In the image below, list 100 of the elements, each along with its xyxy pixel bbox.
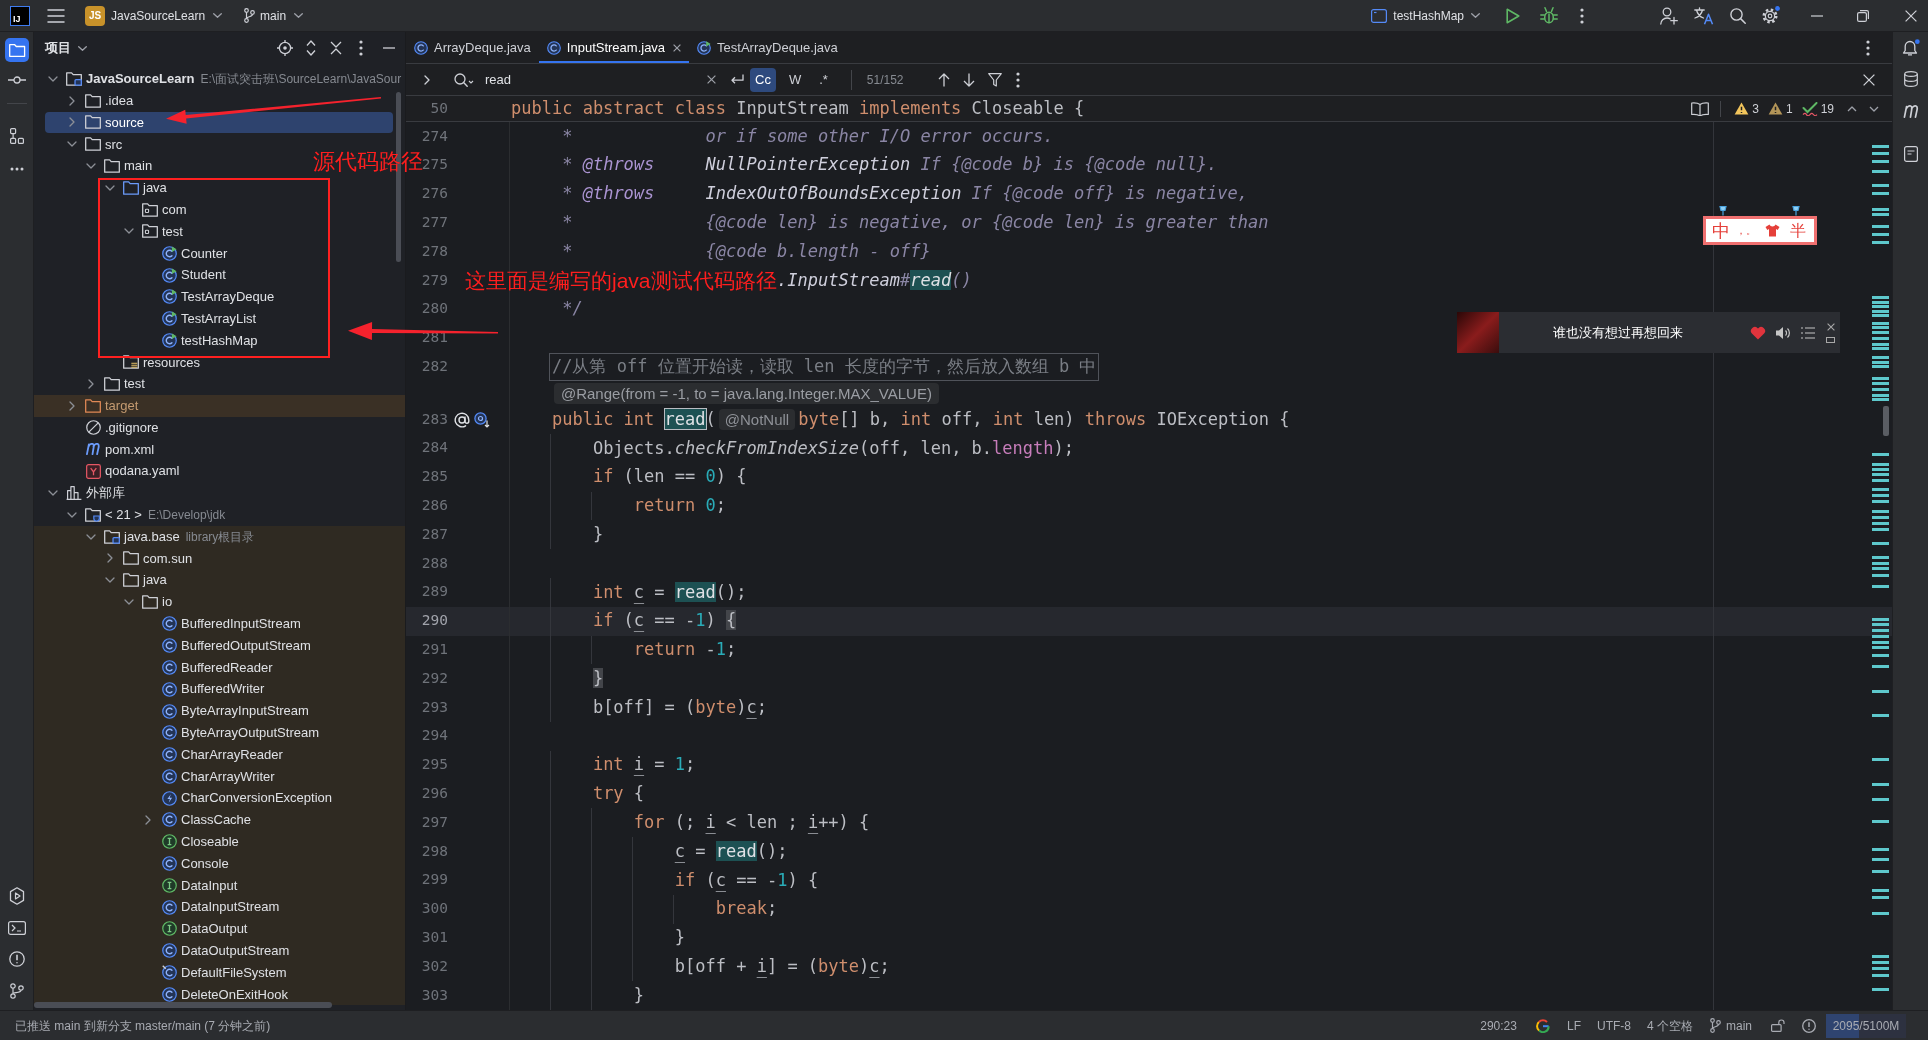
locate-icon[interactable]: [277, 40, 293, 56]
minimize-icon[interactable]: [1826, 336, 1835, 343]
menu-icon[interactable]: [47, 8, 65, 23]
tree-item[interactable]: test: [83, 373, 145, 395]
search-option-toggle[interactable]: .*: [814, 67, 833, 92]
search-icon[interactable]: [454, 72, 474, 87]
database-icon[interactable]: [1903, 71, 1918, 87]
view-selector[interactable]: 项目: [45, 38, 87, 58]
folder-icon[interactable]: [4, 38, 29, 62]
tree-item[interactable]: ByteArrayOutputStream: [34, 721, 405, 744]
tree-item[interactable]: java: [34, 569, 405, 592]
tree-item[interactable]: BufferedInputStream: [34, 612, 405, 635]
tree-item[interactable]: < 21 > E:\Develop\jdk: [64, 503, 226, 526]
caret-icon[interactable]: [294, 13, 304, 18]
status-message[interactable]: 已推送 main 到新分支 master/main (7 分钟之前): [15, 1016, 271, 1035]
more-icon[interactable]: [1580, 7, 1584, 24]
clear-icon[interactable]: [707, 75, 716, 84]
chevron-icon[interactable]: [105, 184, 115, 191]
editor-tab[interactable]: ArrayDeque.java: [406, 32, 539, 63]
tree-item[interactable]: java: [102, 177, 167, 199]
tree-item[interactable]: resources: [102, 351, 201, 374]
chevron-icon[interactable]: [124, 599, 134, 605]
chevron-up-icon[interactable]: [1847, 105, 1857, 112]
tree-item[interactable]: java.base library根目录: [34, 525, 405, 548]
tree-item[interactable]: CharConversionException: [34, 787, 405, 810]
return-arrow-icon[interactable]: [730, 73, 744, 86]
close-icon[interactable]: [1863, 73, 1875, 86]
close-icon[interactable]: [1826, 322, 1835, 331]
filter-icon[interactable]: [987, 72, 1002, 87]
tree-item[interactable]: TestArrayList: [140, 307, 257, 330]
translate-icon[interactable]: [1694, 6, 1714, 25]
tree-item[interactable]: test: [121, 220, 183, 243]
colored-g-icon[interactable]: [1535, 1018, 1550, 1033]
caret-position[interactable]: 290:23: [1480, 1016, 1517, 1035]
terminal-icon[interactable]: [7, 921, 26, 935]
memory-indicator[interactable]: 2095/5100M: [1826, 1013, 1906, 1038]
collapse-all-icon[interactable]: [330, 41, 342, 55]
inspection-counter[interactable]: 1: [1767, 99, 1793, 118]
speaker-icon[interactable]: [1775, 325, 1791, 340]
tree-item[interactable]: BufferedOutputStream: [34, 634, 405, 657]
warning-circle-icon[interactable]: [8, 951, 25, 967]
punctuation-toggle[interactable]: ，。: [1736, 225, 1756, 236]
tree-item[interactable]: qodana.yaml: [64, 460, 180, 483]
restore-icon[interactable]: [1857, 9, 1869, 22]
chevron-icon[interactable]: [48, 75, 58, 82]
tree-item[interactable]: DataInputStream: [34, 896, 405, 919]
run-icon[interactable]: [1506, 7, 1520, 24]
chevron-icon[interactable]: [105, 577, 115, 584]
input-mode-toggle[interactable]: 中: [1712, 221, 1730, 240]
chevron-icon[interactable]: [69, 95, 75, 106]
arrow-up-icon[interactable]: [937, 72, 950, 87]
add-user-icon[interactable]: [1660, 6, 1678, 25]
tree-item[interactable]: JavaSourceLearn E:\面试突击班\SourceLearn\JavaSour: [45, 68, 402, 90]
tree-item[interactable]: CharArrayReader: [34, 743, 405, 766]
tree-item[interactable]: 外部库: [45, 482, 125, 504]
bug-icon[interactable]: [1540, 6, 1558, 25]
tree-item[interactable]: DataOutputStream: [34, 939, 405, 962]
tree-item[interactable]: target: [34, 394, 405, 417]
tree-item[interactable]: Student: [140, 264, 226, 286]
search-option-toggle[interactable]: W: [783, 67, 807, 92]
shirt-icon[interactable]: [1765, 224, 1780, 237]
editor-tab[interactable]: TestArrayDeque.java: [689, 32, 846, 63]
tree-item[interactable]: main: [83, 155, 153, 177]
width-toggle[interactable]: 半: [1790, 222, 1806, 239]
structure-icon[interactable]: [9, 128, 24, 144]
expand-collapse-icon[interactable]: [306, 40, 316, 56]
chevron-icon[interactable]: [48, 490, 58, 497]
tree-item[interactable]: pom.xml: [64, 438, 155, 461]
hexagon-play-icon[interactable]: [8, 887, 25, 905]
chevron-icon[interactable]: [67, 511, 77, 518]
tree-item[interactable]: source: [45, 111, 393, 134]
run-configuration-selector[interactable]: testHashMap: [1365, 2, 1486, 29]
chevron-icon[interactable]: [88, 379, 94, 390]
chevron-icon[interactable]: [67, 141, 77, 148]
bell-icon[interactable]: [1901, 39, 1920, 57]
file-encoding[interactable]: UTF-8: [1596, 1016, 1631, 1035]
tree-item[interactable]: DataOutput: [34, 918, 405, 940]
tree-item[interactable]: Console: [34, 852, 405, 875]
tree-item[interactable]: .gitignore: [64, 416, 159, 439]
tree-item[interactable]: io: [34, 591, 405, 613]
chevron-icon[interactable]: [86, 163, 96, 170]
tree-item[interactable]: ClassCache: [34, 809, 405, 831]
tree-item[interactable]: com: [121, 198, 187, 221]
tree-item[interactable]: .idea: [64, 89, 134, 112]
close-icon[interactable]: [1905, 9, 1917, 22]
branch-selector[interactable]: main: [238, 2, 310, 29]
tree-item[interactable]: TestArrayDeque: [140, 285, 275, 308]
tree-item[interactable]: DataInput: [34, 874, 405, 897]
tree-item[interactable]: com.sun: [34, 547, 405, 570]
tree-item[interactable]: DeleteOnExitHook: [34, 983, 405, 1006]
tree-item[interactable]: testHashMap: [140, 329, 258, 352]
inspection-counter[interactable]: 19: [1801, 99, 1834, 118]
list-icon[interactable]: [1801, 326, 1815, 339]
more-icon[interactable]: [1866, 39, 1870, 56]
minimize-icon[interactable]: [1811, 14, 1823, 17]
tree-item[interactable]: DefaultFileSystem: [34, 961, 405, 984]
editor-tab[interactable]: InputStream.java: [538, 32, 690, 63]
unlocked-icon[interactable]: [1771, 1019, 1785, 1032]
chevron-icon[interactable]: [424, 74, 430, 85]
caret-icon[interactable]: [1471, 13, 1480, 18]
